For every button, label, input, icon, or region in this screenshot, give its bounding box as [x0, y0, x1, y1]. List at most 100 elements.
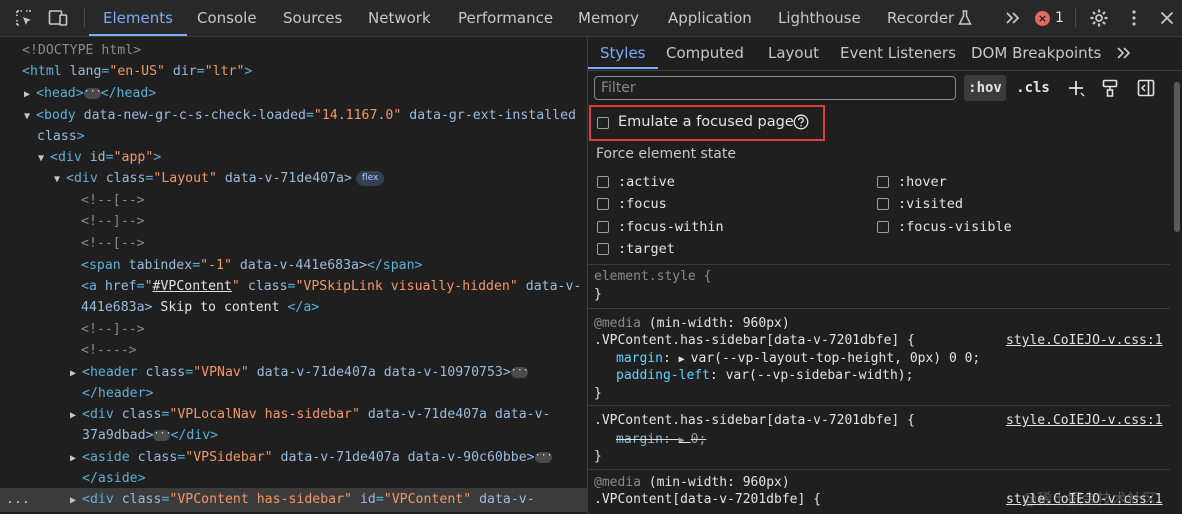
- ellipsis-icon[interactable]: ···: [510, 365, 529, 378]
- kebab-menu-icon[interactable]: [1124, 8, 1144, 28]
- element-style-selector[interactable]: element.style {: [594, 268, 711, 285]
- tab-memory[interactable]: Memory: [578, 0, 639, 36]
- filter-input[interactable]: [594, 76, 956, 100]
- dom-node-header-close[interactable]: </header>: [82, 383, 153, 404]
- more-tabs-icon[interactable]: [1114, 43, 1134, 63]
- dom-node-localnav[interactable]: ▶ <div class="VPLocalNav has-sidebar" dat…: [70, 404, 551, 425]
- dom-node-aside-close[interactable]: </aside>: [82, 468, 146, 489]
- dom-node-comment[interactable]: <!--]-->: [81, 319, 145, 340]
- rule1-decl-padding[interactable]: padding-left: var(--vp-sidebar-width);: [616, 367, 913, 384]
- rule3-selector[interactable]: .VPContent[data-v-7201dbfe] {: [594, 491, 821, 508]
- emulate-focus-checkbox[interactable]: [597, 117, 609, 129]
- collapse-triangle-icon[interactable]: ▼: [54, 169, 66, 190]
- state-focus-within-label[interactable]: :focus-within: [618, 219, 724, 235]
- rule1-selector[interactable]: .VPContent.has-sidebar[data-v-7201dbfe] …: [594, 332, 915, 349]
- scrollbar-thumb[interactable]: [1174, 82, 1180, 232]
- device-toolbar-icon[interactable]: [48, 8, 68, 28]
- error-icon[interactable]: ×: [1035, 11, 1050, 26]
- rule2-source-link[interactable]: style.CoIEJO-v.css:1: [1006, 412, 1163, 429]
- state-focus-checkbox[interactable]: [597, 198, 609, 210]
- dom-node-head[interactable]: ▶ <head>···</head>: [24, 83, 156, 104]
- state-hover-label[interactable]: :hover: [898, 174, 947, 190]
- dom-node-body[interactable]: ▼ <body data-new-gr-c-s-check-loaded="14.…: [24, 105, 576, 126]
- dom-node-a-cont[interactable]: 441e683a> Skip to content </a>: [81, 297, 319, 318]
- styles-scrollbar[interactable]: [1172, 72, 1182, 514]
- rule1-decl-margin[interactable]: margin: ▶ var(--vp-layout-top-height, 0p…: [616, 350, 980, 368]
- attr-value: "-1": [200, 258, 232, 273]
- tab-dom-breakpoints[interactable]: DOM Breakpoints: [971, 37, 1101, 69]
- attr-name: data-new-gr-c-s-check-loaded: [83, 108, 306, 123]
- state-hover-checkbox[interactable]: [877, 176, 889, 188]
- state-visited-label[interactable]: :visited: [898, 196, 963, 212]
- plus-icon[interactable]: [1066, 78, 1086, 98]
- dom-node-layout[interactable]: ▼ <div class="Layout" data-v-71de407a> fle…: [54, 168, 385, 190]
- tag-text: <div: [50, 150, 82, 165]
- state-focus-visible-checkbox[interactable]: [877, 221, 889, 233]
- cls-toggle-button[interactable]: .cls: [1012, 75, 1054, 101]
- state-focus-within-checkbox[interactable]: [597, 221, 609, 233]
- collapse-triangle-icon[interactable]: ▼: [24, 106, 36, 127]
- dom-node-body-cont[interactable]: class>: [37, 126, 85, 147]
- dom-node-vpcontent[interactable]: ▶ <div class="VPContent has-sidebar" id="…: [70, 489, 535, 510]
- tab-network[interactable]: Network: [368, 0, 431, 36]
- tab-application[interactable]: Application: [668, 0, 752, 36]
- dom-node-aside[interactable]: ▶ <aside class="VPSidebar" data-v-71de407…: [70, 447, 553, 469]
- tab-styles[interactable]: Styles: [588, 37, 657, 69]
- ellipsis-icon[interactable]: ···: [153, 428, 172, 441]
- dom-node-span[interactable]: <span tabindex="-1" data-v-441e683a></sp…: [81, 255, 422, 276]
- state-target-label[interactable]: :target: [618, 241, 675, 257]
- state-focus-label[interactable]: :focus: [618, 196, 667, 212]
- rule2-decl-margin-overridden[interactable]: margin: ▶ 0;: [616, 431, 706, 449]
- emulate-focus-label[interactable]: Emulate a focused page: [618, 114, 794, 130]
- tab-layout[interactable]: Layout: [768, 37, 819, 69]
- close-icon[interactable]: [1157, 8, 1177, 28]
- flex-badge[interactable]: flex: [355, 170, 385, 186]
- tab-performance[interactable]: Performance: [458, 0, 553, 36]
- ellipsis-icon[interactable]: ···: [534, 450, 553, 463]
- tab-computed[interactable]: Computed: [666, 37, 744, 69]
- tab-event-listeners[interactable]: Event Listeners: [840, 37, 956, 69]
- more-tabs-icon[interactable]: [1003, 8, 1023, 28]
- tab-recorder[interactable]: Recorder: [887, 0, 954, 36]
- expand-triangle-icon[interactable]: ▶: [24, 84, 36, 105]
- dom-node-comment[interactable]: <!---->: [81, 340, 137, 361]
- tab-lighthouse[interactable]: Lighthouse: [778, 0, 861, 36]
- tab-sources[interactable]: Sources: [283, 0, 342, 36]
- tab-elements[interactable]: Elements: [89, 0, 187, 36]
- rule2-selector[interactable]: .VPContent.has-sidebar[data-v-7201dbfe] …: [594, 412, 915, 429]
- paint-roller-icon[interactable]: [1100, 78, 1120, 98]
- tab-console[interactable]: Console: [197, 0, 257, 36]
- expand-triangle-icon[interactable]: ▶: [70, 363, 82, 384]
- collapse-triangle-icon[interactable]: ▼: [38, 148, 50, 169]
- dom-node-comment[interactable]: <!--]-->: [81, 211, 145, 232]
- state-focus-visible-label[interactable]: :focus-visible: [898, 219, 1012, 235]
- ellipsis-icon[interactable]: ···: [83, 86, 102, 99]
- expand-triangle-icon[interactable]: ▶: [70, 490, 82, 511]
- error-count[interactable]: 1: [1055, 0, 1064, 36]
- hov-toggle-button[interactable]: :hov: [964, 75, 1006, 101]
- dom-node-a[interactable]: <a href="#VPContent" class="VPSkipLink v…: [81, 276, 581, 297]
- href-link[interactable]: #VPContent: [153, 279, 232, 294]
- state-active-checkbox[interactable]: [597, 176, 609, 188]
- rule1-source-link[interactable]: style.CoIEJO-v.css:1: [1006, 332, 1163, 349]
- comment-text: <!--]-->: [81, 214, 145, 229]
- inspect-element-icon[interactable]: [14, 8, 34, 28]
- dom-node-header[interactable]: ▶ <header class="VPNav" data-v-71de407a d…: [70, 362, 529, 384]
- state-visited-checkbox[interactable]: [877, 198, 889, 210]
- gear-icon[interactable]: [1089, 8, 1109, 28]
- dom-node-html[interactable]: <html lang="en-US" dir="ltr">: [22, 61, 252, 82]
- row-options-dots[interactable]: ...: [6, 489, 30, 510]
- attr-value: "VPContent": [383, 492, 472, 507]
- sidebar-toggle-icon[interactable]: [1136, 78, 1156, 98]
- expand-triangle-icon[interactable]: ▶: [70, 448, 82, 469]
- dom-node-app[interactable]: ▼ <div id="app">: [38, 147, 161, 168]
- dom-node-comment[interactable]: <!--[-->: [81, 190, 145, 211]
- state-active-label[interactable]: :active: [618, 174, 675, 190]
- state-target-checkbox[interactable]: [597, 243, 609, 255]
- dom-node[interactable]: <!DOCTYPE html>: [22, 40, 141, 61]
- dom-node-comment[interactable]: <!--[-->: [81, 233, 145, 254]
- dom-node-localnav-cont[interactable]: 37a9dbad>···</div>: [82, 425, 218, 446]
- close-brace: }: [594, 386, 602, 401]
- help-icon[interactable]: [792, 113, 810, 131]
- expand-triangle-icon[interactable]: ▶: [70, 405, 82, 426]
